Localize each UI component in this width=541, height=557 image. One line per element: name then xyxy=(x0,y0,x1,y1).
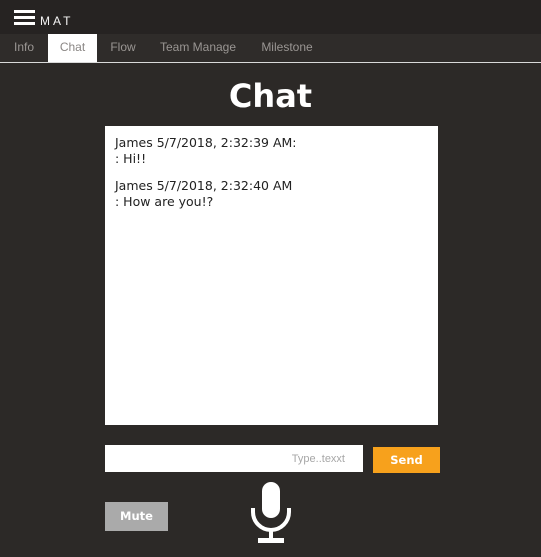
tab-milestone[interactable]: Milestone xyxy=(247,34,327,62)
tab-team-manage[interactable]: Team Manage xyxy=(149,34,247,62)
message-header: James 5/7/2018, 2:32:40 AM xyxy=(115,178,293,193)
message-text: : How are you!? xyxy=(115,194,214,209)
tab-chat[interactable]: Chat xyxy=(48,34,97,62)
microphone-icon[interactable] xyxy=(247,480,295,544)
tab-info[interactable]: Info xyxy=(0,34,48,62)
message-header: James 5/7/2018, 2:32:39 AM: xyxy=(115,135,297,150)
chat-log[interactable]: James 5/7/2018, 2:32:39 AM: : Hi!! James… xyxy=(105,126,438,425)
tab-bar: Info Chat Flow Team Manage Milestone xyxy=(0,34,541,63)
page-title: Chat xyxy=(228,77,313,115)
app-window: MAT Info Chat Flow Team Manage Milestone… xyxy=(0,0,541,557)
message-input[interactable] xyxy=(105,445,363,472)
mute-button[interactable]: Mute xyxy=(105,502,168,531)
app-brand: MAT xyxy=(40,14,74,28)
chat-message: James 5/7/2018, 2:32:39 AM: : Hi!! xyxy=(115,135,297,167)
tab-flow[interactable]: Flow xyxy=(97,34,149,62)
chat-message: James 5/7/2018, 2:32:40 AM : How are you… xyxy=(115,178,292,210)
message-text: : Hi!! xyxy=(115,151,147,166)
send-button[interactable]: Send xyxy=(373,447,440,473)
hamburger-menu-icon[interactable] xyxy=(14,9,35,26)
top-bar: MAT xyxy=(0,0,541,34)
